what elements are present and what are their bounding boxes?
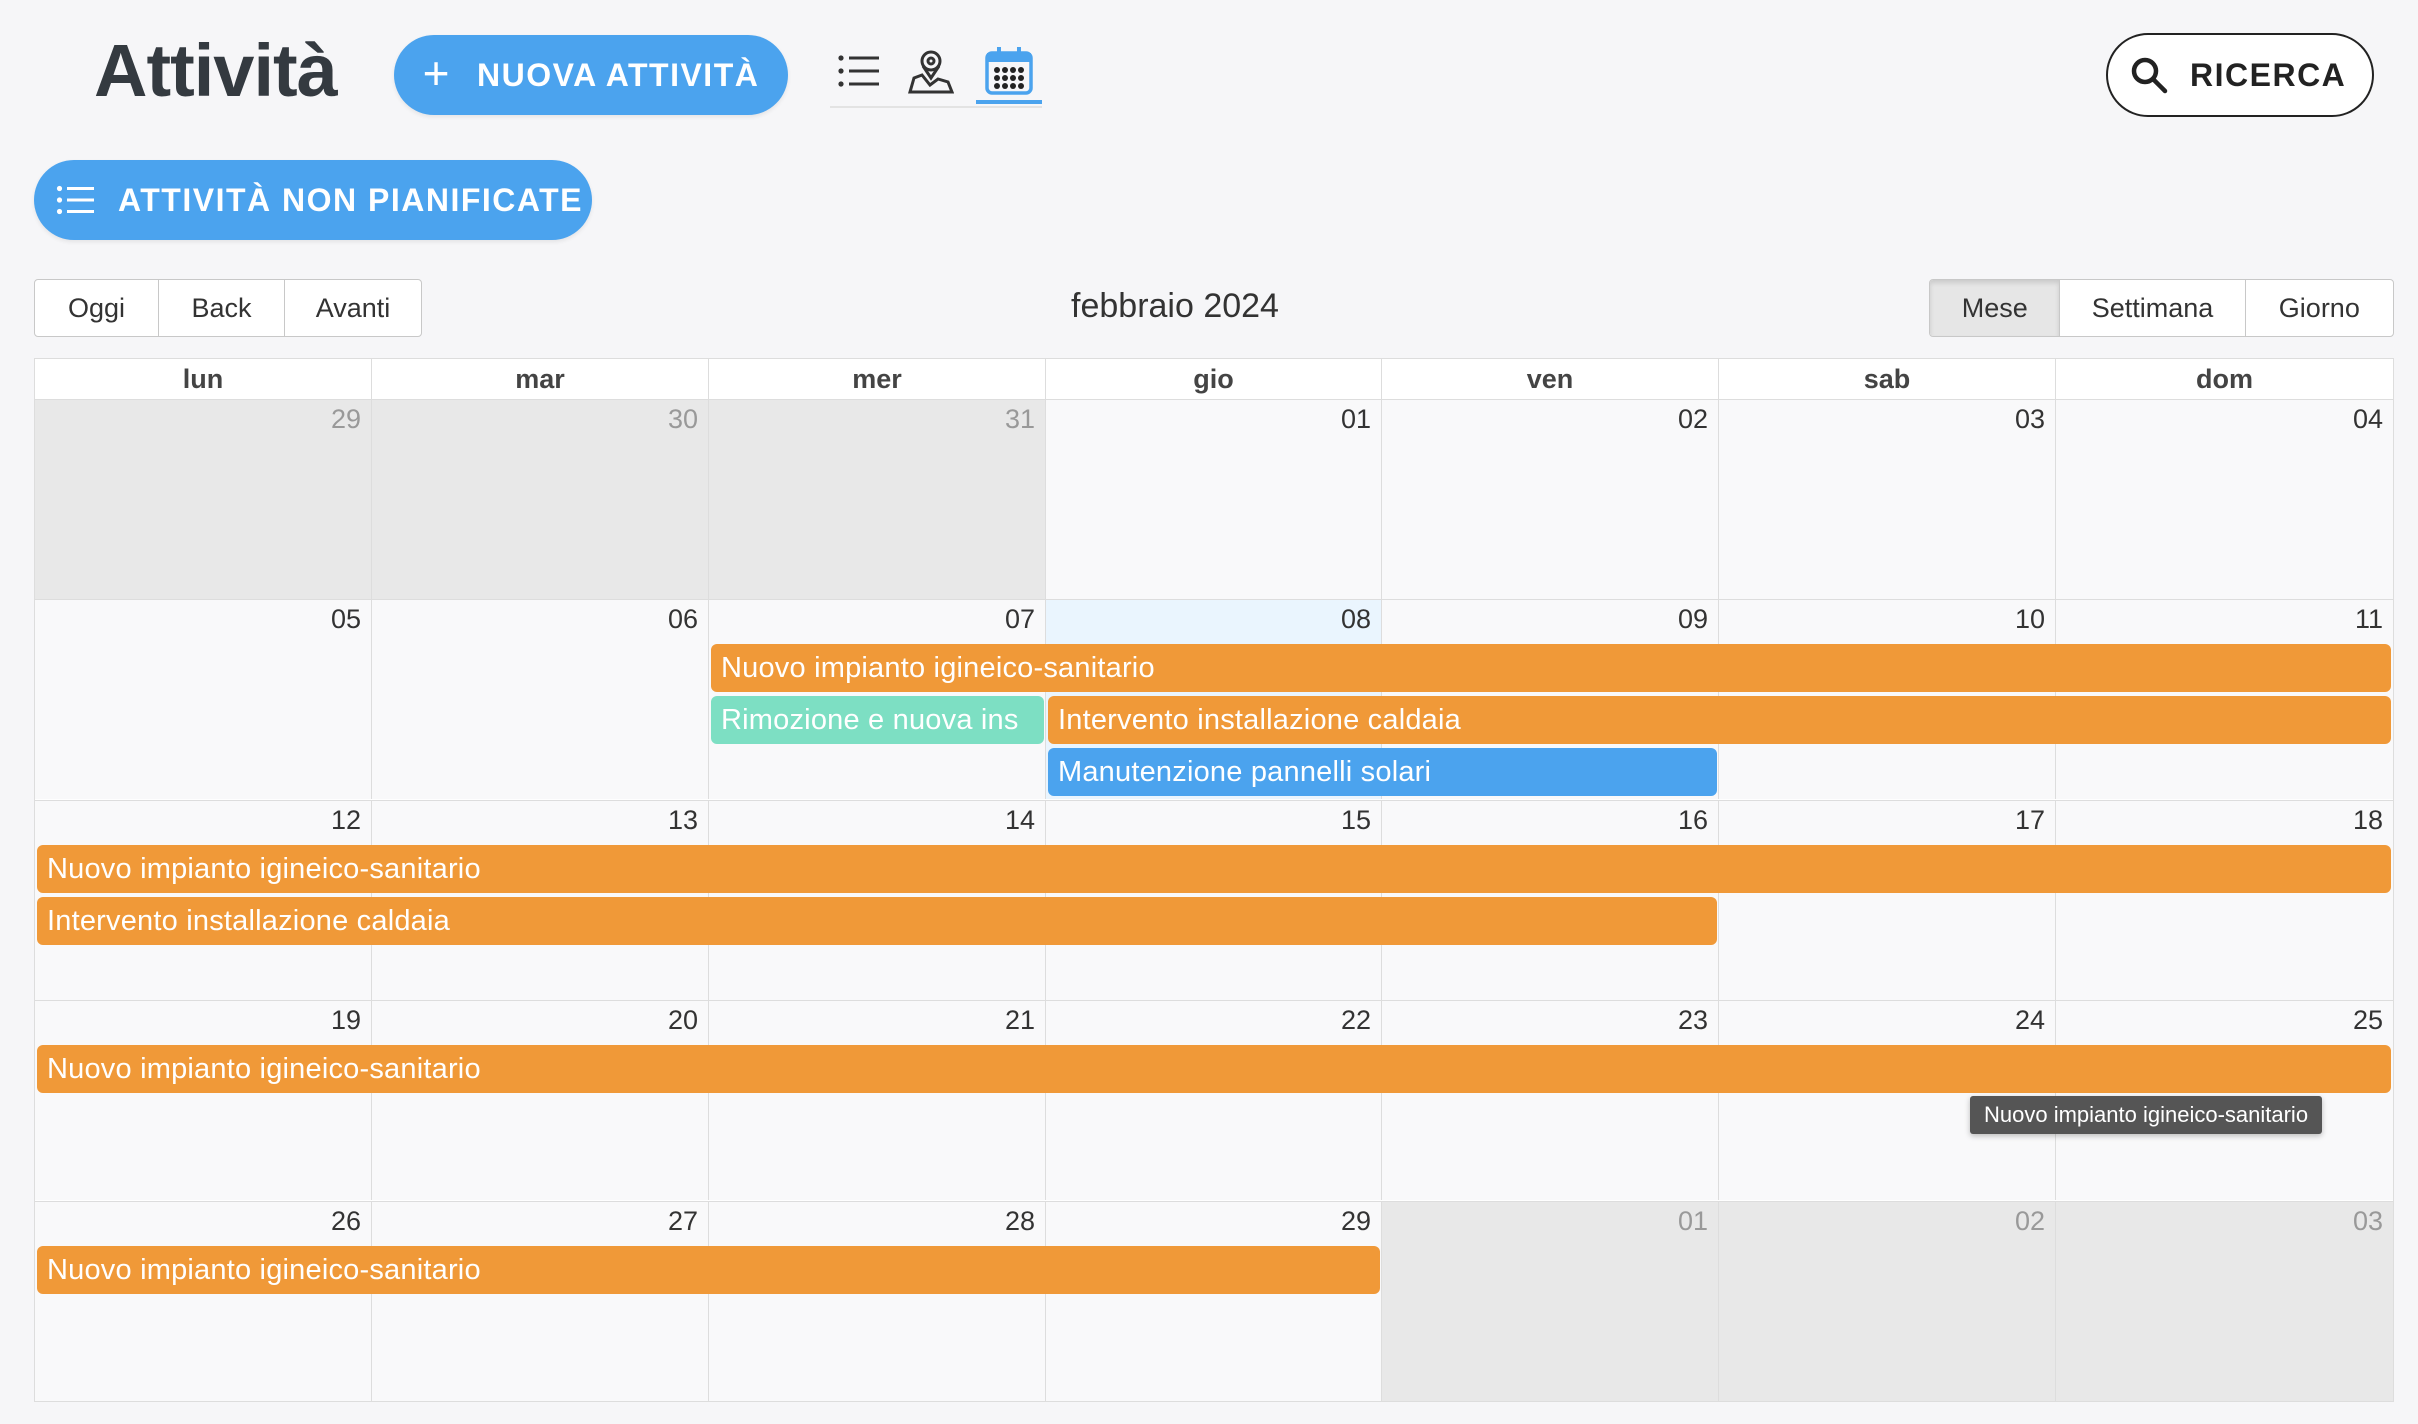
search-button[interactable]: RICERCA: [2106, 33, 2374, 117]
day-cell[interactable]: 22: [1046, 1000, 1382, 1200]
view-mode-group: Mese Settimana Giorno: [1929, 279, 2394, 337]
day-number[interactable]: 20: [668, 1005, 698, 1036]
day-number[interactable]: 23: [1678, 1005, 1708, 1036]
day-cell[interactable]: 18: [2056, 800, 2393, 1000]
day-cell[interactable]: 01: [1046, 399, 1382, 599]
day-number[interactable]: 02: [1678, 404, 1708, 435]
new-activity-label: NUOVA ATTIVITÀ: [477, 56, 760, 93]
day-number[interactable]: 17: [2015, 805, 2045, 836]
calendar-event[interactable]: Manutenzione pannelli solari: [1048, 748, 1717, 796]
calendar-event[interactable]: Nuovo impianto igineico-sanitario: [37, 1246, 1380, 1294]
calendar-event[interactable]: Intervento installazione caldaia: [37, 897, 1717, 945]
unplanned-activities-label: ATTIVITÀ NON PIANIFICATE: [118, 181, 584, 218]
calendar-event[interactable]: Rimozione e nuova ins: [711, 696, 1044, 744]
day-number[interactable]: 15: [1341, 805, 1371, 836]
day-number[interactable]: 29: [1341, 1206, 1371, 1237]
day-number[interactable]: 19: [331, 1005, 361, 1036]
day-number[interactable]: 22: [1341, 1005, 1371, 1036]
search-icon: [2130, 56, 2168, 94]
day-cell[interactable]: 21: [709, 1000, 1046, 1200]
week-view-button[interactable]: Settimana: [2060, 280, 2246, 336]
list-icon: [56, 185, 96, 215]
day-number[interactable]: 12: [331, 805, 361, 836]
plus-icon: +: [422, 47, 452, 99]
search-label: RICERCA: [2190, 56, 2347, 93]
day-cell[interactable]: 19: [35, 1000, 372, 1200]
calendar-event[interactable]: Nuovo impianto igineico-sanitario: [37, 1045, 2391, 1093]
day-number[interactable]: 08: [1341, 604, 1371, 635]
day-cell[interactable]: 01: [1382, 1201, 1719, 1401]
day-cell[interactable]: 03: [2056, 1201, 2393, 1401]
weekday-header: mer: [709, 359, 1046, 399]
day-number[interactable]: 14: [1005, 805, 1035, 836]
day-number[interactable]: 31: [1005, 404, 1035, 435]
calendar-event[interactable]: Intervento installazione caldaia: [1048, 696, 2391, 744]
month-view-button[interactable]: Mese: [1930, 280, 2061, 336]
day-number[interactable]: 01: [1341, 404, 1371, 435]
month-calendar: lun mar mer gio ven sab dom 29 30 31 01 02 03 04 05 06 0…: [34, 358, 2394, 1402]
calendar-event[interactable]: Nuovo impianto igineico-sanitario: [37, 845, 2391, 893]
day-number[interactable]: 10: [2015, 604, 2045, 635]
weekday-header: lun: [35, 359, 372, 399]
calendar-event[interactable]: Nuovo impianto igineico-sanitario: [711, 644, 2391, 692]
day-view-button[interactable]: Giorno: [2246, 280, 2393, 336]
day-cell[interactable]: 28: [709, 1201, 1046, 1401]
day-number[interactable]: 25: [2353, 1005, 2383, 1036]
day-cell[interactable]: 17: [1719, 800, 2056, 1000]
day-number[interactable]: 18: [2353, 805, 2383, 836]
day-cell[interactable]: 27: [372, 1201, 709, 1401]
day-cell[interactable]: 04: [2056, 399, 2393, 599]
day-cell[interactable]: 29: [35, 399, 372, 599]
weekday-header: ven: [1382, 359, 1719, 399]
unplanned-activities-button[interactable]: ATTIVITÀ NON PIANIFICATE: [34, 160, 592, 240]
day-cell[interactable]: 30: [372, 399, 709, 599]
day-number[interactable]: 24: [2015, 1005, 2045, 1036]
day-cell[interactable]: 23: [1382, 1000, 1719, 1200]
map-view-icon[interactable]: [902, 42, 960, 100]
day-number[interactable]: 09: [1678, 604, 1708, 635]
day-cell[interactable]: 26: [35, 1201, 372, 1401]
new-activity-button[interactable]: + NUOVA ATTIVITÀ: [394, 35, 788, 115]
day-number[interactable]: 07: [1005, 604, 1035, 635]
day-cell[interactable]: 05: [35, 599, 372, 799]
day-number[interactable]: 11: [2355, 604, 2383, 635]
day-number[interactable]: 01: [1678, 1206, 1708, 1237]
weekday-header: gio: [1046, 359, 1382, 399]
day-number[interactable]: 06: [668, 604, 698, 635]
weekday-header: mar: [372, 359, 709, 399]
day-cell[interactable]: 20: [372, 1000, 709, 1200]
day-cell[interactable]: 06: [372, 599, 709, 799]
day-number[interactable]: 29: [331, 404, 361, 435]
day-cell[interactable]: 02: [1719, 1201, 2056, 1401]
day-cell[interactable]: 02: [1382, 399, 1719, 599]
weekday-header: dom: [2196, 363, 2253, 394]
day-cell[interactable]: 29: [1046, 1201, 1382, 1401]
event-tooltip: Nuovo impianto igineico-sanitario: [1970, 1096, 2323, 1134]
page-title: Attività: [94, 29, 338, 112]
day-number[interactable]: 27: [668, 1206, 698, 1237]
day-number[interactable]: 13: [668, 805, 698, 836]
view-switcher: [830, 36, 1042, 108]
day-number[interactable]: 03: [2015, 404, 2045, 435]
weekday-header: sab: [1719, 359, 2056, 399]
day-number[interactable]: 04: [2353, 404, 2383, 435]
day-cell[interactable]: 03: [1719, 399, 2056, 599]
day-number[interactable]: 02: [2015, 1206, 2045, 1237]
day-number[interactable]: 28: [1005, 1206, 1035, 1237]
day-number[interactable]: 30: [668, 404, 698, 435]
day-cell[interactable]: 31: [709, 399, 1046, 599]
calendar-view-icon[interactable]: [980, 42, 1038, 100]
active-view-indicator: [976, 100, 1042, 104]
day-number[interactable]: 03: [2353, 1206, 2383, 1237]
day-number[interactable]: 16: [1678, 805, 1708, 836]
day-number[interactable]: 26: [331, 1206, 361, 1237]
day-number[interactable]: 21: [1005, 1005, 1035, 1036]
day-number[interactable]: 05: [331, 604, 361, 635]
list-view-icon[interactable]: [830, 42, 888, 100]
